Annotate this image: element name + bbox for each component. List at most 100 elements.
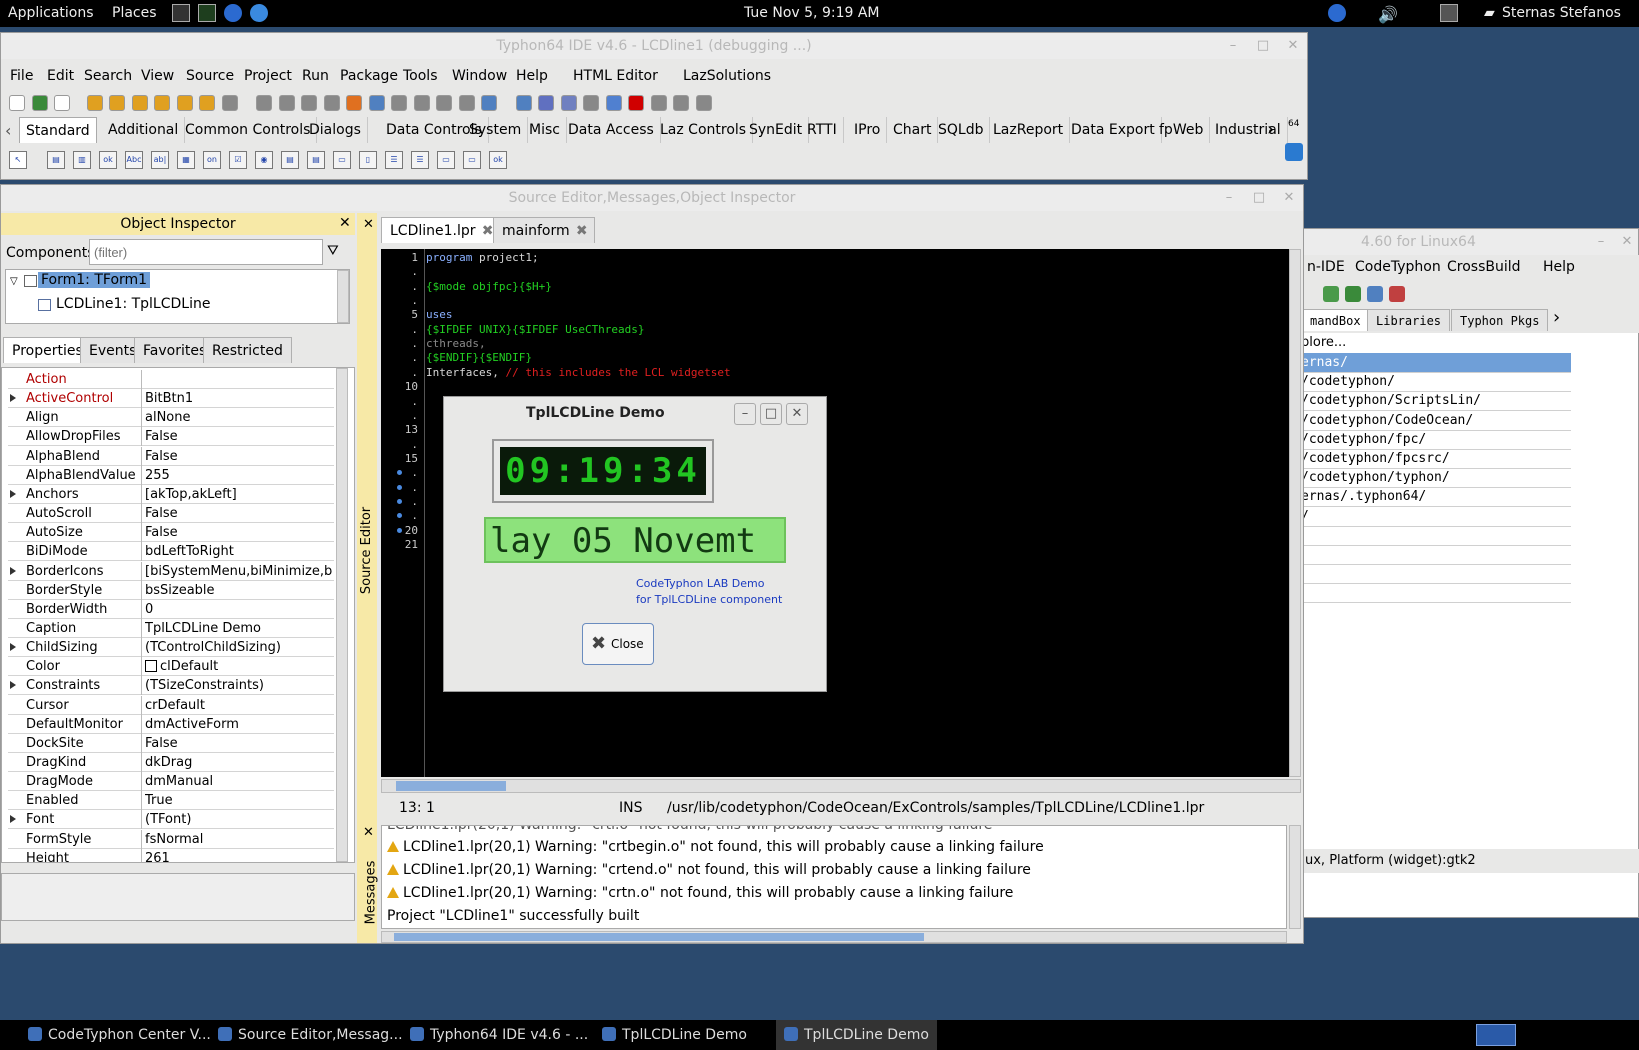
property-value[interactable]: (TControlChildSizing) xyxy=(145,640,333,655)
toolbar-button[interactable] xyxy=(458,95,475,111)
clock[interactable]: Tue Nov 5, 9:19 AM xyxy=(744,5,880,21)
palette-tab-ipro[interactable]: IPro xyxy=(848,117,888,143)
expand-arrow-icon[interactable] xyxy=(10,566,16,575)
center-menu-item[interactable]: CodeTyphon xyxy=(1355,259,1441,275)
property-row[interactable]: BiDiMode bdLeftToRight xyxy=(8,542,334,562)
property-row[interactable]: FormStyle fsNormal xyxy=(8,829,334,849)
toolbar-button[interactable] xyxy=(278,95,295,111)
toolbar-button[interactable] xyxy=(109,95,125,111)
property-row[interactable]: Caption TplLCDLine Demo xyxy=(8,618,334,638)
property-value[interactable]: (TSizeConstraints) xyxy=(145,678,333,693)
tree-item-form1[interactable]: Form1: TForm1 xyxy=(38,272,151,288)
system-monitor-icon[interactable] xyxy=(198,4,216,22)
filter-icon[interactable]: ⛛ xyxy=(327,243,339,259)
tab-right-arrow-icon[interactable]: › xyxy=(1553,307,1560,328)
palette-tab-data-access[interactable]: Data Access xyxy=(562,117,661,143)
menu-view[interactable]: View xyxy=(141,68,174,84)
center-tab[interactable]: Libraries xyxy=(1367,309,1451,331)
property-value[interactable]: bdLeftToRight xyxy=(145,544,333,559)
toolbar-button[interactable] xyxy=(560,95,577,111)
center-list-row[interactable]: ernas/.typhon64/ xyxy=(1301,487,1571,508)
property-row[interactable]: Anchors [akTop,akLeft] xyxy=(8,484,334,504)
property-row[interactable]: AlphaBlendValue 255 xyxy=(8,465,334,485)
palette-component-icon[interactable]: ▯ xyxy=(359,151,377,169)
palette-component-icon[interactable]: ab| xyxy=(151,151,169,169)
property-row[interactable]: DefaultMonitor dmActiveForm xyxy=(8,714,334,734)
menu-package[interactable]: Package xyxy=(340,68,398,84)
sync-icon[interactable] xyxy=(1367,286,1383,302)
tab-close-icon[interactable]: ✖ xyxy=(482,218,494,244)
center-list-row[interactable]: / xyxy=(1301,507,1571,527)
property-row[interactable]: BorderIcons [biSystemMenu,biMinimize,biM xyxy=(8,561,334,581)
x64-icon[interactable] xyxy=(1389,286,1405,302)
messages-side-tab[interactable]: ✕ Messages xyxy=(357,823,378,943)
message-line[interactable]: LCDline1.lpr(20,1) Warning: "crtend.o" n… xyxy=(387,862,1031,878)
messages-vscrollbar[interactable] xyxy=(1289,825,1301,929)
expand-arrow-icon[interactable] xyxy=(10,643,16,652)
menu-file[interactable]: File xyxy=(10,68,33,84)
center-menu-item[interactable]: n-IDE xyxy=(1307,259,1345,275)
menu-html-editor[interactable]: HTML Editor xyxy=(573,68,658,84)
volume-icon[interactable]: 🔊 xyxy=(1378,5,1398,24)
source-editor-close-icon[interactable]: ✕ xyxy=(363,217,374,232)
property-row[interactable]: Enabled True xyxy=(8,791,334,811)
property-value[interactable]: 0 xyxy=(145,602,333,617)
breakpoint-dot[interactable] xyxy=(397,498,402,504)
property-row[interactable]: Height 261 xyxy=(8,848,334,862)
expand-arrow-icon[interactable] xyxy=(10,394,16,403)
center-menu-item[interactable]: CrossBuild xyxy=(1447,259,1521,275)
editor-hscroll-thumb[interactable] xyxy=(396,781,506,791)
property-value[interactable]: dmManual xyxy=(145,774,333,789)
toolbar-button[interactable] xyxy=(515,95,532,111)
center-list-row[interactable]: /codetyphon/CodeOcean/ xyxy=(1301,411,1571,431)
property-row[interactable]: DockSite False xyxy=(8,733,334,753)
expand-arrow-icon[interactable] xyxy=(10,815,16,824)
palette-tab-data-export[interactable]: Data Export xyxy=(1065,117,1162,143)
palette-right-arrow-icon[interactable]: › xyxy=(1267,119,1274,140)
tree-item-lcdline1[interactable]: LCDLine1: TplLCDLine xyxy=(56,296,210,312)
property-value[interactable]: True xyxy=(145,793,333,808)
palette-tab-common-controls[interactable]: Common Controls xyxy=(179,117,318,143)
center-menu-item[interactable]: Help xyxy=(1543,259,1575,275)
property-row[interactable]: AutoScroll False xyxy=(8,504,334,524)
source-editor-side-tab[interactable]: ✕ Source Editor xyxy=(357,213,377,823)
property-value[interactable]: clDefault xyxy=(145,659,333,674)
toolbar-button[interactable] xyxy=(323,95,340,111)
toolbar-button[interactable] xyxy=(199,95,215,111)
property-row[interactable]: Color clDefault xyxy=(8,657,334,677)
center-list-row[interactable]: /codetyphon/ xyxy=(1301,372,1571,393)
download-arrow-icon[interactable] xyxy=(1285,143,1303,161)
palette-tab-fpweb[interactable]: fpWeb xyxy=(1153,117,1211,143)
center-tab[interactable]: Typhon Pkgs xyxy=(1451,309,1549,331)
minimize-icon[interactable]: – xyxy=(734,403,756,425)
property-value[interactable]: dmActiveForm xyxy=(145,717,333,732)
palette-component-icon[interactable]: ok xyxy=(99,151,117,169)
message-line[interactable]: LCDline1.lpr(20,1) Warning: "crti.o" not… xyxy=(387,826,992,833)
maximize-icon[interactable]: □ xyxy=(1249,185,1269,211)
expand-arrow-icon[interactable] xyxy=(10,681,16,690)
tree-scrollbar[interactable] xyxy=(337,270,349,323)
oi-tab-restricted[interactable]: Restricted xyxy=(203,337,292,363)
menu-search[interactable]: Search xyxy=(84,68,132,84)
palette-left-arrow-icon[interactable]: ‹ xyxy=(5,121,11,140)
toolbar-button[interactable] xyxy=(86,95,103,111)
toolbar-button[interactable] xyxy=(538,95,554,111)
taskbar-item[interactable]: CodeTyphon Center V... xyxy=(20,1020,219,1050)
toolbar-button[interactable] xyxy=(54,95,70,111)
property-row[interactable]: ChildSizing (TControlChildSizing) xyxy=(8,638,334,658)
terminal-icon[interactable] xyxy=(172,4,190,22)
toolbar-button[interactable] xyxy=(628,95,644,111)
palette-tab-dialogs[interactable]: Dialogs xyxy=(303,117,368,143)
center-list-row[interactable]: ernas/ xyxy=(1301,353,1571,373)
property-value[interactable]: crDefault xyxy=(145,698,333,713)
palette-component-icon[interactable]: on xyxy=(203,151,221,169)
oi-tab-properties[interactable]: Properties xyxy=(3,337,92,363)
download-icon[interactable] xyxy=(1345,286,1361,302)
palette-component-icon[interactable]: ▤ xyxy=(47,151,65,169)
oi-close-icon[interactable]: ✕ xyxy=(339,215,351,231)
menu-help[interactable]: Help xyxy=(516,68,548,84)
palette-tab-rtti[interactable]: RTTI xyxy=(801,117,844,143)
taskbar-item[interactable]: Source Editor,Messag... xyxy=(210,1020,411,1050)
center-list-row[interactable]: /codetyphon/fpcsrc/ xyxy=(1301,449,1571,469)
toolbar-button[interactable] xyxy=(176,95,193,111)
